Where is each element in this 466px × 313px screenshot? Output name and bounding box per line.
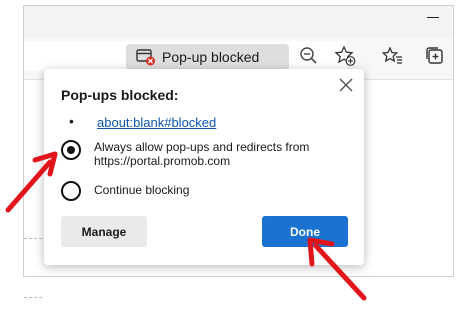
address-bar[interactable]: Pop-up blocked: [24, 41, 356, 71]
collections-icon[interactable]: [423, 44, 447, 68]
zoom-out-icon[interactable]: [297, 44, 321, 68]
add-favorite-icon[interactable]: [333, 44, 357, 68]
continue-blocking-label[interactable]: Continue blocking: [94, 183, 189, 197]
close-icon[interactable]: [338, 77, 354, 93]
minimize-icon[interactable]: [427, 17, 439, 18]
blocked-popup-link[interactable]: about:blank#blocked: [97, 115, 216, 130]
always-allow-label: Always allow pop-ups and redirects from: [94, 140, 310, 154]
manage-button[interactable]: Manage: [61, 216, 147, 247]
favorites-icon[interactable]: [381, 44, 405, 68]
always-allow-option[interactable]: Always allow pop-ups and redirects from …: [94, 140, 334, 168]
divider: [24, 297, 42, 298]
dialog-title: Pop-ups blocked:: [61, 87, 179, 103]
popup-blocked-icon: [136, 48, 156, 66]
popup-blocked-indicator[interactable]: Pop-up blocked: [126, 44, 289, 70]
title-bar: [24, 6, 453, 38]
divider: [24, 238, 42, 239]
annotation-arrow-icon: [307, 237, 367, 301]
annotation-arrow-icon: [5, 151, 58, 213]
list-bullet: •: [69, 113, 74, 129]
always-allow-url: https://portal.promob.com: [94, 154, 231, 168]
popup-blocked-label: Pop-up blocked: [162, 49, 260, 65]
